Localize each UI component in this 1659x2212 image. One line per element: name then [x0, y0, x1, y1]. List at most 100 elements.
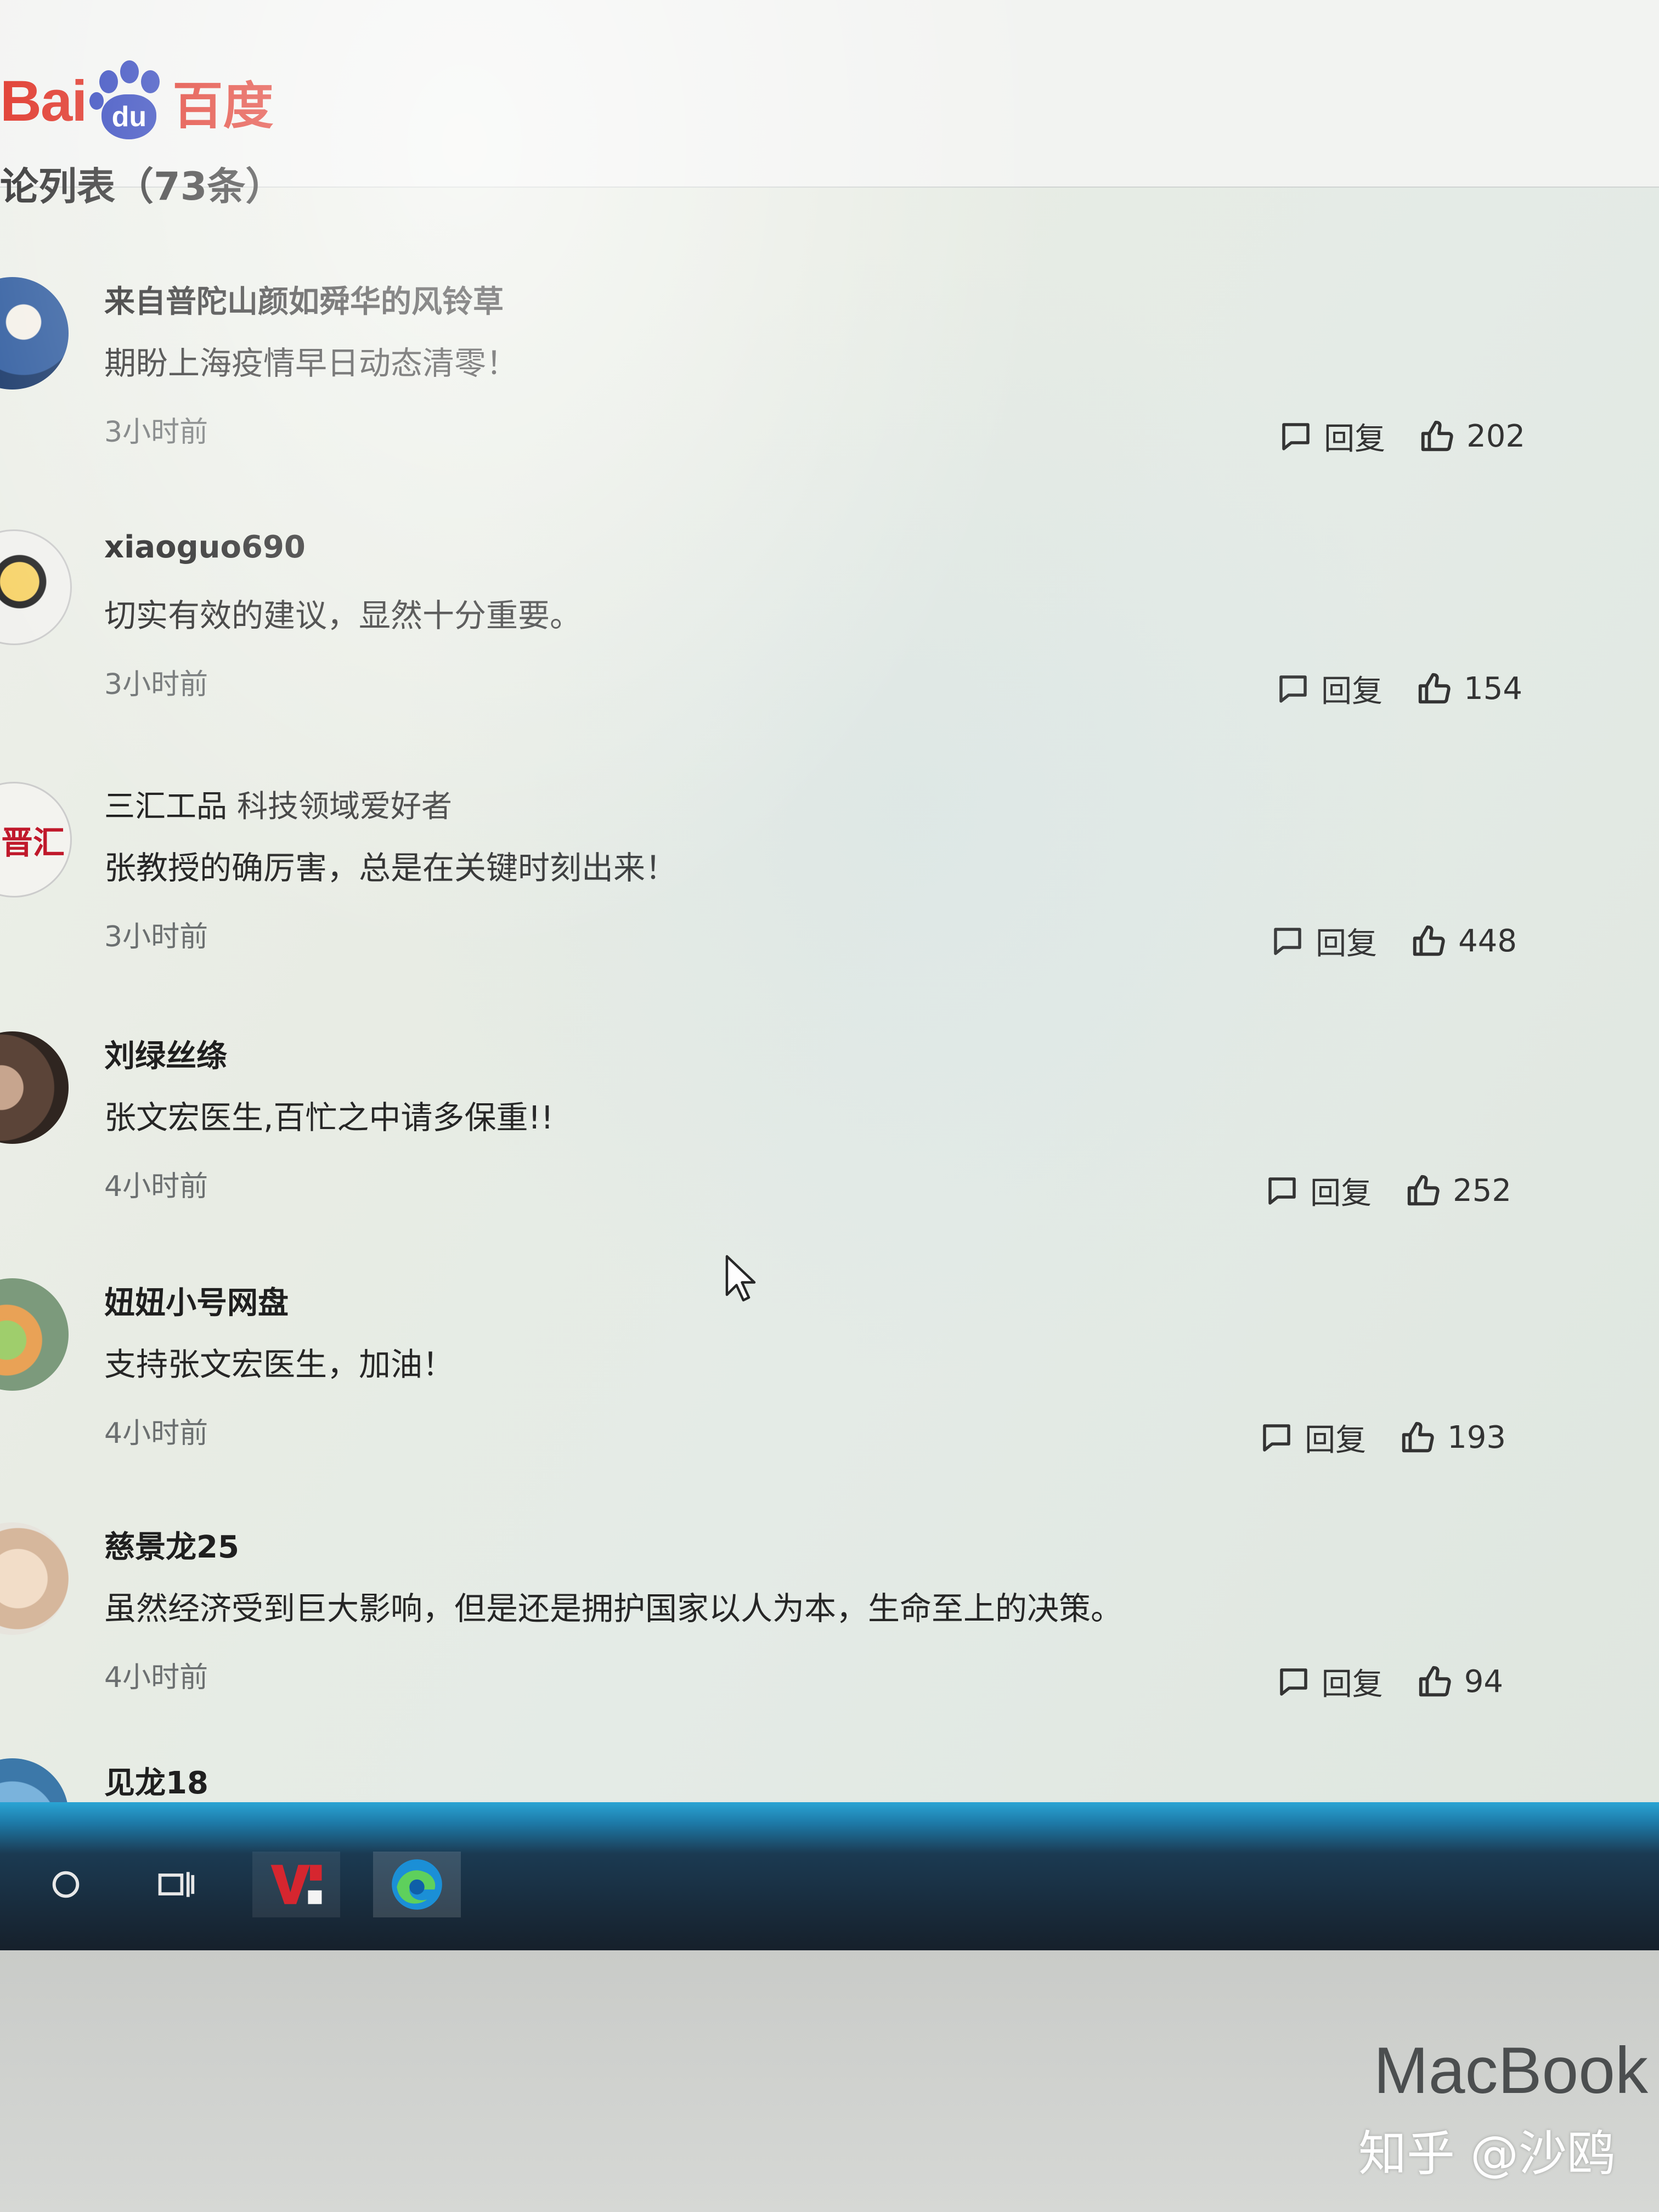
- site-header: Bai du 百度: [0, 0, 1659, 188]
- macbook-brand: MacBook: [1373, 2034, 1648, 2107]
- like-count: 448: [1458, 923, 1517, 959]
- comment-text: 张文宏医生,百忙之中请多保重!!: [104, 1099, 554, 1136]
- mouse-cursor-icon: [725, 1255, 756, 1302]
- comment-time: 4小时前: [104, 1417, 208, 1450]
- avatar[interactable]: [0, 529, 72, 645]
- comment-username[interactable]: 刘绿丝绦: [104, 1031, 237, 1076]
- like-button[interactable]: 252: [1404, 1172, 1511, 1210]
- comment-actions: 回复 154: [1242, 667, 1522, 711]
- thumbs-up-icon: [1413, 925, 1445, 956]
- username-text: 刘绿丝绦: [104, 1039, 227, 1074]
- thumbs-up-icon: [1419, 1666, 1451, 1696]
- comment-time: 4小时前: [104, 1661, 208, 1694]
- comment-username[interactable]: 三汇工品 科技领域爱好者: [104, 782, 452, 826]
- like-count: 252: [1453, 1173, 1511, 1209]
- comment-actions: 回复 252: [1231, 1169, 1511, 1213]
- paw-pad-text: du: [101, 94, 157, 139]
- comment-time: 3小时前: [104, 668, 208, 701]
- comment-actions: 回复 94: [1243, 1660, 1503, 1704]
- reply-button[interactable]: 回复: [1275, 667, 1383, 711]
- thumbs-up-icon: [1407, 1175, 1440, 1205]
- speech-bubble-icon: [1279, 1668, 1307, 1696]
- list-item: 刘绿丝绦 张文宏医生,百忙之中请多保重!! 4小时前 回复 252: [0, 1031, 1591, 1273]
- list-item: 慈景龙25 虽然经济受到巨大影响，但是还是拥护国家以人为本，生命至上的决策。 4…: [0, 1522, 1591, 1764]
- comment-time: 3小时前: [104, 416, 208, 449]
- comment-text: 张教授的确厉害，总是在关键时刻出来！: [104, 849, 678, 887]
- list-item: 见龙18: [0, 1758, 1591, 1805]
- avatar[interactable]: [0, 1522, 69, 1635]
- reply-label: 回复: [1321, 674, 1383, 709]
- like-count: 94: [1464, 1664, 1503, 1700]
- task-view-button[interactable]: [143, 1852, 208, 1917]
- speech-bubble-icon: [1263, 1424, 1290, 1452]
- avatar[interactable]: [0, 1278, 69, 1391]
- avatar[interactable]: 晋汇: [0, 782, 72, 898]
- task-view-icon: [158, 1872, 195, 1897]
- like-count: 154: [1464, 671, 1522, 707]
- logo-text-left: Bai: [0, 69, 87, 133]
- avatar[interactable]: [0, 1758, 69, 1805]
- baidu-logo[interactable]: Bai du 百度: [0, 58, 273, 145]
- comment-list-title: 论列表（73条）: [0, 165, 284, 208]
- laptop-bezel: MacBook 知乎 @沙鸥: [0, 1950, 1659, 2212]
- comment-text: 期盼上海疫情早日动态清零！: [104, 345, 518, 382]
- comment-actions: 回复 202: [1245, 414, 1525, 459]
- username-text: xiaoguo690: [104, 529, 306, 565]
- reply-button[interactable]: 回复: [1259, 1415, 1366, 1460]
- username-text: 妞妞小号网盘: [104, 1285, 289, 1321]
- reply-button[interactable]: 回复: [1278, 414, 1385, 459]
- comment-username[interactable]: 来自普陀山颜如舜华的风铃草: [104, 277, 514, 321]
- avatar[interactable]: [0, 277, 69, 390]
- comment-username[interactable]: 妞妞小号网盘: [104, 1278, 298, 1323]
- like-button[interactable]: 448: [1410, 922, 1517, 961]
- thumbs-up-icon: [1418, 673, 1451, 703]
- like-button[interactable]: 202: [1418, 417, 1525, 456]
- list-item: xiaoguo690 切实有效的建议，显然十分重要。 3小时前 回复 154: [0, 529, 1591, 771]
- edge-icon: [392, 1859, 442, 1910]
- comment-time: 4小时前: [104, 1170, 208, 1203]
- reply-label: 回复: [1321, 1667, 1383, 1702]
- reply-button[interactable]: 回复: [1276, 1660, 1383, 1704]
- like-count: 193: [1447, 1420, 1506, 1455]
- like-button[interactable]: 94: [1416, 1663, 1503, 1701]
- thumbs-up-icon: [1421, 420, 1453, 451]
- comment-actions: 回复 448: [1237, 919, 1517, 963]
- speech-bubble-icon: [1268, 1177, 1296, 1205]
- reply-label: 回复: [1305, 1423, 1367, 1458]
- like-button[interactable]: 193: [1399, 1419, 1506, 1457]
- browser-viewport: Bai du 百度 论列表（73条） 来自普陀山颜如舜华的风铃草 期盼上海疫情早…: [0, 0, 1659, 1805]
- cortana-search-button[interactable]: [33, 1852, 99, 1917]
- reply-label: 回复: [1324, 421, 1386, 457]
- list-item: 妞妞小号网盘 支持张文宏医生，加油！ 4小时前 回复 193: [0, 1278, 1591, 1520]
- username-text: 见龙18: [104, 1765, 208, 1801]
- speech-bubble-icon: [1282, 422, 1310, 450]
- avatar-text: 晋汇: [1, 823, 65, 861]
- username-text: 慈景龙25: [104, 1530, 239, 1565]
- reply-button[interactable]: 回复: [1269, 919, 1377, 963]
- wps-app-button[interactable]: [252, 1852, 340, 1917]
- comment-username[interactable]: 慈景龙25: [104, 1522, 249, 1567]
- logo-text-right: 百度: [172, 78, 274, 134]
- comment-username[interactable]: 见龙18: [104, 1758, 208, 1803]
- speech-bubble-icon: [1274, 927, 1301, 955]
- like-button[interactable]: 154: [1415, 670, 1522, 708]
- user-tag: 科技领域爱好者: [237, 789, 452, 825]
- wps-app-icon: [270, 1865, 322, 1904]
- reply-label: 回复: [1310, 1176, 1372, 1211]
- thumbs-up-icon: [1402, 1421, 1434, 1452]
- reply-button[interactable]: 回复: [1264, 1169, 1372, 1213]
- speech-bubble-icon: [1279, 675, 1307, 703]
- avatar[interactable]: [0, 1031, 69, 1144]
- username-text: 来自普陀山颜如舜华的风铃草: [104, 284, 504, 320]
- comment-username[interactable]: xiaoguo690: [104, 529, 315, 565]
- comment-time: 3小时前: [104, 921, 208, 953]
- list-item: 晋汇 三汇工品 科技领域爱好者 张教授的确厉害，总是在关键时刻出来！ 3小时前 回…: [0, 782, 1591, 1023]
- paw-icon: du: [89, 60, 169, 143]
- edge-browser-button[interactable]: [373, 1852, 461, 1917]
- list-item: 来自普陀山颜如舜华的风铃草 期盼上海疫情早日动态清零！ 3小时前 回复 202: [0, 277, 1591, 518]
- like-count: 202: [1466, 419, 1525, 454]
- comment-text: 虽然经济受到巨大影响，但是还是拥护国家以人为本，生命至上的决策。: [104, 1590, 1123, 1627]
- circle-icon: [52, 1871, 80, 1898]
- reply-label: 回复: [1316, 926, 1378, 962]
- zhihu-watermark: 知乎 @沙鸥: [1358, 2125, 1615, 2182]
